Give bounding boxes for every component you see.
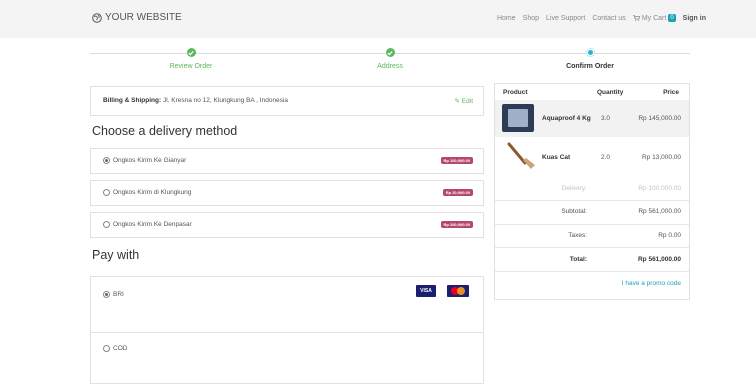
divider — [495, 271, 689, 272]
delivery-option-label: Ongkos Kirim di Klungkung — [113, 189, 192, 196]
step-confirm-order[interactable]: Confirm Order — [530, 48, 650, 70]
edit-address-link[interactable]: ✎ Edit — [455, 97, 473, 105]
divider — [495, 247, 689, 248]
payment-option-label: COD — [113, 345, 128, 352]
item-price: Rp 13,000.00 — [641, 154, 681, 161]
radio-button[interactable] — [103, 291, 110, 298]
main-nav: Home Shop Live Support Contact us My Car… — [497, 14, 706, 22]
delivery-option[interactable]: Ongkos Kirim Ke Denpasar Rp 200,000.00 — [90, 212, 484, 238]
taxes-label: Taxes: — [568, 232, 587, 239]
summary-item-row: Kuas Cat 2.0 Rp 13,000.00 — [495, 138, 689, 174]
brand-name: YOUR WEBSITE — [105, 12, 182, 23]
cart-label: My Cart — [641, 14, 667, 22]
globe-icon — [92, 12, 102, 23]
header-quantity: Quantity — [597, 89, 624, 96]
promo-code-link[interactable]: I have a promo code — [622, 280, 681, 287]
billing-text: Billing & Shipping: Jl. Kresna no 12, Kl… — [103, 97, 288, 104]
divider — [495, 224, 689, 225]
billing-shipping-panel: Billing & Shipping: Jl. Kresna no 12, Kl… — [90, 86, 484, 116]
subtotal-value: Rp 561,000.00 — [638, 208, 681, 215]
delivery-price-badge: Rp 100,000.00 — [440, 157, 473, 164]
delivery-value: Rp 100,000.00 — [638, 185, 681, 192]
item-price: Rp 145,000.00 — [638, 115, 681, 122]
radio-button[interactable] — [103, 221, 110, 228]
step-label: Address — [377, 63, 403, 70]
nav-shop[interactable]: Shop — [523, 15, 539, 22]
step-label: Review Order — [169, 63, 213, 70]
item-name: Kuas Cat — [542, 154, 571, 161]
mastercard-icon — [447, 285, 469, 297]
current-step-icon — [585, 48, 595, 57]
item-qty: 3.0 — [601, 115, 611, 122]
delivery-option-label: Ongkos Kirim Ke Denpasar — [113, 221, 192, 228]
cart-count-badge: 0 — [668, 14, 676, 22]
header-product: Product — [503, 89, 528, 96]
payment-option-bri[interactable]: BRI VISA — [90, 276, 484, 334]
subtotal-label: Subtotal: — [561, 208, 587, 215]
radio-button[interactable] — [103, 345, 110, 352]
summary-header: Product Quantity Price — [495, 84, 689, 100]
total-label: Total: — [569, 256, 587, 263]
payment-option-label: BRI — [113, 291, 124, 298]
header-price: Price — [663, 89, 679, 96]
total-value: Rp 561,000.00 — [637, 256, 681, 263]
payment-option-cod[interactable]: COD — [90, 332, 484, 384]
product-thumbnail — [502, 104, 534, 132]
pay-with-title: Pay with — [92, 248, 140, 262]
summary-item-row: Aquaproof 4 Kg 3.0 Rp 145,000.00 — [495, 100, 689, 137]
radio-button[interactable] — [103, 189, 110, 196]
divider — [495, 200, 689, 201]
nav-my-cart[interactable]: My Cart 0 — [632, 14, 676, 22]
taxes-value: Rp 0.00 — [658, 232, 681, 239]
delivery-option[interactable]: Ongkos Kirim di Klungkung Rp 20,000.00 — [90, 180, 484, 206]
edit-label: Edit — [461, 98, 473, 105]
step-address[interactable]: Address — [330, 48, 450, 70]
delivery-option[interactable]: Ongkos Kirim Ke Gianyar Rp 100,000.00 — [90, 148, 484, 174]
checkout-steps: Review Order Address Confirm Order — [90, 42, 690, 76]
nav-home[interactable]: Home — [497, 15, 516, 22]
product-thumbnail — [507, 142, 535, 169]
delivery-method-title: Choose a delivery method — [92, 124, 238, 138]
item-name: Aquaproof 4 Kg — [542, 115, 591, 122]
top-navbar: YOUR WEBSITE Home Shop Live Support Cont… — [0, 0, 756, 38]
delivery-label: Delivery: — [561, 185, 587, 192]
step-review-order[interactable]: Review Order — [131, 48, 251, 70]
brand-logo[interactable]: YOUR WEBSITE — [92, 12, 182, 23]
order-summary: Product Quantity Price Aquaproof 4 Kg 3.… — [494, 83, 690, 300]
billing-address: Jl. Kresna no 12, Klungkung BA , Indones… — [162, 97, 288, 104]
check-icon — [186, 48, 196, 57]
delivery-option-label: Ongkos Kirim Ke Gianyar — [113, 157, 187, 164]
nav-sign-in[interactable]: Sign in — [683, 15, 706, 22]
delivery-price-badge: Rp 20,000.00 — [442, 189, 473, 196]
delivery-price-badge: Rp 200,000.00 — [440, 221, 473, 228]
nav-live-support[interactable]: Live Support — [546, 15, 585, 22]
visa-card-icon: VISA — [416, 285, 436, 297]
step-label: Confirm Order — [566, 63, 614, 70]
check-icon — [385, 48, 395, 57]
nav-contact-us[interactable]: Contact us — [592, 15, 625, 22]
item-qty: 2.0 — [601, 154, 611, 161]
radio-button[interactable] — [103, 157, 110, 164]
edit-icon: ✎ — [454, 98, 460, 105]
cart-icon — [632, 15, 640, 21]
billing-label: Billing & Shipping: — [103, 97, 162, 104]
